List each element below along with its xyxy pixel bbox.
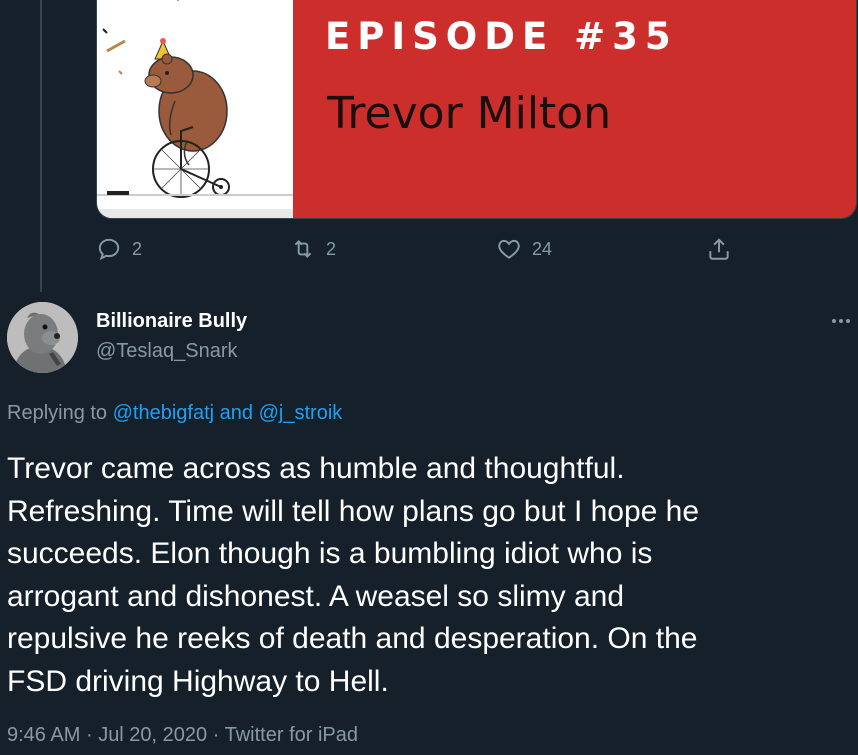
- like-button[interactable]: 24: [496, 236, 552, 262]
- reply-button[interactable]: 2: [96, 236, 142, 262]
- tweet-source[interactable]: Twitter for iPad: [225, 724, 358, 746]
- author-name[interactable]: Billionaire Bully: [96, 310, 247, 333]
- reply-mention-and: and: [219, 402, 254, 424]
- reply-count: 2: [132, 238, 143, 259]
- previous-tweet-action-bar: 2 2 24: [96, 236, 746, 270]
- author-handle[interactable]: @Teslaq_Snark: [96, 340, 237, 363]
- retweet-icon: [294, 240, 312, 258]
- like-count: 24: [532, 238, 553, 259]
- card-illustration: [97, 0, 293, 218]
- thread-connector-line: [40, 0, 42, 292]
- bear-on-bicycle-illustration: [97, 0, 293, 218]
- tweet-metadata: 9:46 AM · Jul 20, 2020 · Twitter for iPa…: [7, 724, 358, 747]
- meta-separator: ·: [85, 724, 93, 746]
- card-title-panel: EPISODE #35 Trevor Milton: [293, 0, 856, 218]
- tweet-date[interactable]: Jul 20, 2020: [98, 724, 207, 746]
- retweet-count: 2: [326, 238, 337, 259]
- link-preview-card[interactable]: EPISODE #35 Trevor Milton: [96, 0, 857, 219]
- episode-label: EPISODE #35: [325, 15, 678, 58]
- reply-icon: [98, 238, 120, 261]
- avatar[interactable]: [7, 302, 78, 373]
- meta-separator: ·: [212, 724, 220, 746]
- tweet-body-text: Trevor came across as humble and thought…: [7, 452, 700, 698]
- replying-to-line: Replying to @thebigfatj and @j_stroik: [7, 402, 342, 425]
- reply-mention-2[interactable]: @j_stroik: [259, 402, 343, 424]
- retweet-button[interactable]: 2: [290, 236, 336, 262]
- weasel-avatar-image: [7, 302, 78, 373]
- episode-guest-name: Trevor Milton: [327, 88, 612, 139]
- more-options-button[interactable]: [826, 306, 856, 336]
- share-button[interactable]: [706, 236, 732, 262]
- more-icon: [832, 319, 850, 323]
- share-icon: [709, 238, 729, 260]
- tweet-time[interactable]: 9:46 AM: [7, 724, 80, 746]
- reply-mention-1[interactable]: @thebigfatj: [113, 402, 214, 424]
- replying-prefix: Replying to: [7, 402, 108, 424]
- like-icon: [498, 239, 520, 259]
